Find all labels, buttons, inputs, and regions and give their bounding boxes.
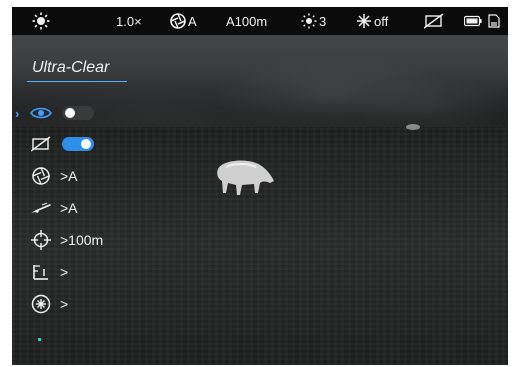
aperture-icon: [30, 165, 52, 187]
zeroing-distance-value: >100m: [60, 232, 104, 248]
general-settings-value: >: [60, 296, 69, 312]
rifle-icon: [30, 197, 52, 219]
rifle-profile-value: >A: [60, 200, 78, 216]
calibration-mode: A: [188, 13, 197, 29]
ruler-icon: [30, 261, 52, 283]
thermal-viewport: 1.0× A A100m 3 off Ultra-Clear › >A >A >…: [12, 7, 508, 365]
settings-burst-icon: [30, 293, 52, 315]
star-burst-icon: [357, 14, 371, 28]
display-off-toggle[interactable]: [62, 137, 94, 151]
calibration-value: >A: [60, 168, 78, 184]
crosshair-icon: [30, 229, 52, 251]
ultra-clear-toggle[interactable]: [62, 106, 94, 120]
battery-icon: [464, 15, 482, 27]
rangefinder-value: >: [60, 264, 69, 280]
selection-marker: ›: [15, 105, 20, 121]
storage-indicator: [488, 7, 500, 35]
brightness-indicator[interactable]: [32, 7, 50, 35]
illuminator-indicator[interactable]: off: [356, 7, 388, 35]
display-off-icon: [30, 133, 52, 155]
recording-indicator-dot: [38, 338, 41, 341]
aperture-icon: [170, 13, 186, 29]
illuminator-state: off: [374, 13, 389, 29]
menu-title-underline: [27, 81, 127, 82]
eye-icon: [30, 102, 52, 124]
battery-indicator: [464, 7, 482, 35]
boar-thermal-signature: [217, 160, 274, 195]
rangefinder-indicator[interactable]: A100m: [226, 7, 267, 35]
zoom-value: 1.0×: [116, 13, 142, 29]
status-bar: 1.0× A A100m 3 off: [12, 7, 508, 35]
contrast-indicator[interactable]: 3: [301, 7, 326, 35]
menu-title: Ultra-Clear: [32, 59, 110, 76]
sd-card-icon: [488, 14, 500, 28]
screen-off-icon: [424, 13, 444, 29]
sun-small-icon: [301, 13, 317, 29]
sun-icon: [32, 12, 50, 30]
zoom-indicator[interactable]: 1.0×: [116, 7, 142, 35]
pip-indicator[interactable]: [424, 7, 444, 35]
calibration-indicator[interactable]: A: [170, 7, 197, 35]
contrast-value: 3: [319, 13, 327, 29]
rangefinder-value: A100m: [226, 13, 268, 29]
distant-animal: [406, 124, 420, 130]
